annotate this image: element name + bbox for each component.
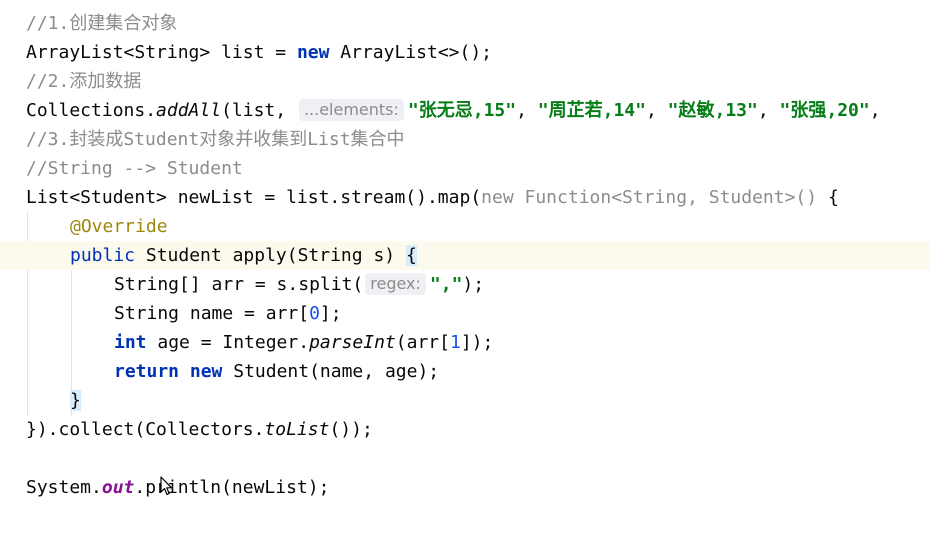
code-text: age = Integer. <box>146 332 310 353</box>
parameter-hint-elements: ...elements: <box>298 99 404 121</box>
string-literal-comma: "," <box>429 274 463 295</box>
code-line-6[interactable]: //String --> Student <box>0 154 930 183</box>
matched-brace-close: } <box>70 390 81 411</box>
code-text: , <box>869 100 881 121</box>
code-text: , <box>645 100 668 121</box>
parameter-hint-regex: regex: <box>365 273 426 295</box>
code-line-15[interactable]: }).collect(Collectors.toList()); <box>0 415 930 444</box>
code-line-12[interactable]: int age = Integer.parseInt(arr[1]); <box>0 328 930 357</box>
static-field-out: out <box>101 477 135 498</box>
matched-brace-open: { <box>405 245 417 266</box>
code-line-4[interactable]: Collections.addAll(list, ...elements: "张无… <box>0 96 930 125</box>
folded-anonymous-class: Function<String, Student>() <box>513 187 818 208</box>
code-text: ()); <box>329 419 373 440</box>
code-text: (list, <box>221 100 297 121</box>
code-text: ]); <box>460 332 494 353</box>
folded-new-keyword: new <box>481 187 514 208</box>
number-literal: 1 <box>449 332 461 353</box>
string-literal-3: "赵敏,13" <box>667 100 758 121</box>
code-text: }).collect(Collectors. <box>26 419 265 440</box>
code-line-3[interactable]: //2.添加数据 <box>0 67 930 96</box>
keyword-return: return <box>114 361 180 382</box>
code-line-11[interactable]: String name = arr[0]; <box>0 299 930 328</box>
code-text: Student(name, age); <box>222 361 440 382</box>
method-addall: addAll <box>156 100 222 121</box>
comment: //String --> Student <box>26 158 243 179</box>
method-tolist: toList <box>264 419 330 440</box>
code-line-1[interactable]: //1.创建集合对象 <box>0 9 930 38</box>
code-text: ArrayList<>(); <box>329 42 493 63</box>
code-text: , <box>757 100 780 121</box>
code-text: List<Student> newList = list.stream().ma… <box>26 187 482 208</box>
code-line-9-current[interactable]: public Student apply(String s) { <box>0 241 930 270</box>
string-literal-2: "周芷若,14" <box>537 100 646 121</box>
keyword-new: new <box>296 42 330 63</box>
code-text: String name = arr[ <box>114 303 310 324</box>
comment: //3.封装成Student对象并收集到List集合中 <box>26 129 405 150</box>
code-line-16-empty[interactable] <box>0 444 930 473</box>
code-line-14[interactable]: } <box>0 386 930 415</box>
number-literal: 0 <box>309 303 320 324</box>
comment: //1.创建集合对象 <box>26 13 178 34</box>
comment: //2.添加数据 <box>26 71 142 92</box>
code-line-2[interactable]: ArrayList<String> list = new ArrayList<>… <box>0 38 930 67</box>
mouse-pointer-icon <box>160 476 173 496</box>
code-line-10[interactable]: String[] arr = s.split(regex: ","); <box>0 270 930 299</box>
code-line-13[interactable]: return new Student(name, age); <box>0 357 930 386</box>
method-parseint: parseInt <box>309 332 396 353</box>
code-text: System. <box>26 477 102 498</box>
code-text: String[] arr = s.split( <box>114 274 364 295</box>
code-text: (arr[ <box>395 332 450 353</box>
string-literal-4: "张强,20" <box>779 100 870 121</box>
code-line-7[interactable]: List<Student> newList = list.stream().ma… <box>0 183 930 212</box>
code-text: Collections. <box>26 100 157 121</box>
code-editor[interactable]: //1.创建集合对象 ArrayList<String> list = new … <box>0 0 930 518</box>
code-text: { <box>817 187 839 208</box>
keyword-int: int <box>114 332 147 353</box>
code-line-17[interactable]: System.out.println(newList); <box>0 473 930 502</box>
code-line-5[interactable]: //3.封装成Student对象并收集到List集合中 <box>0 125 930 154</box>
string-literal-1: "张无忌,15" <box>407 100 517 121</box>
code-text: ]; <box>319 303 342 324</box>
code-text: , <box>516 100 538 121</box>
code-line-8[interactable]: @Override <box>0 212 930 241</box>
keyword-public: public <box>70 245 136 266</box>
code-text: ArrayList<String> list = <box>26 42 297 63</box>
keyword-new: new <box>189 361 223 382</box>
code-text: Student apply(String s) <box>135 245 406 266</box>
annotation-override: @Override <box>70 216 168 237</box>
code-text: ); <box>462 274 485 295</box>
